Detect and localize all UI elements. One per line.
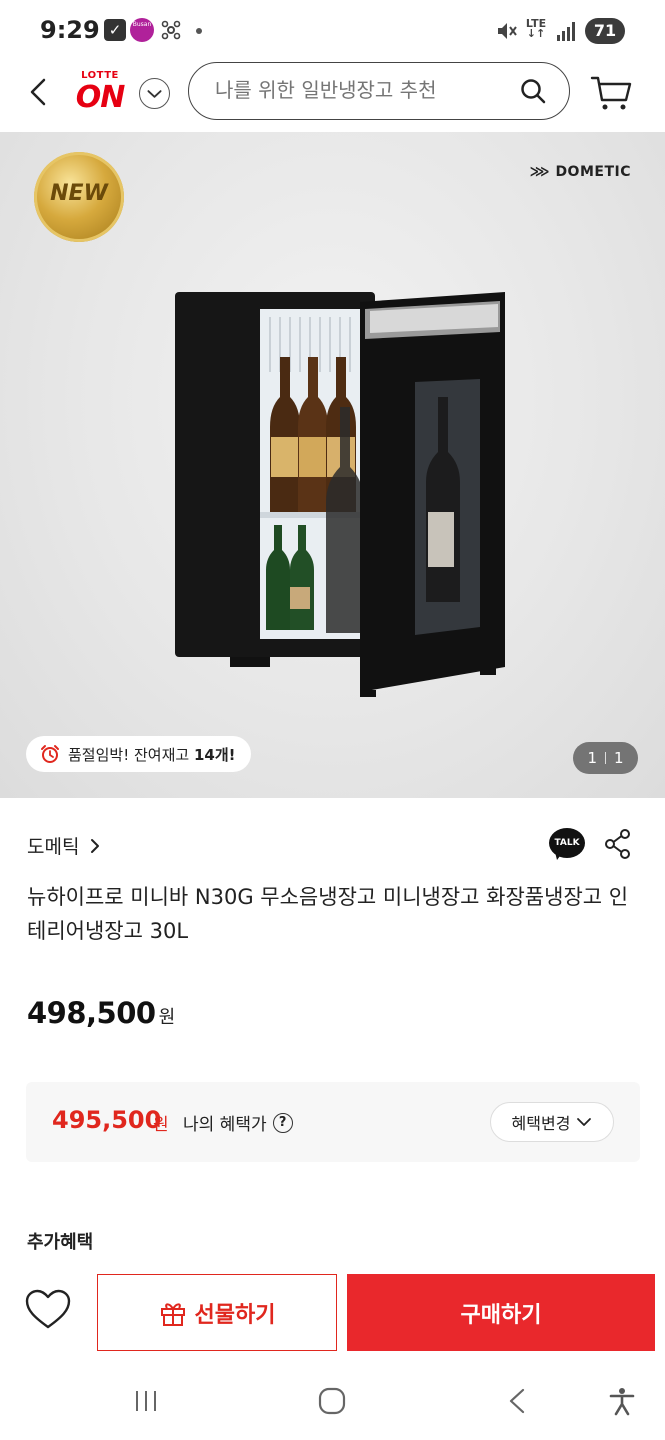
alarm-clock-icon — [41, 745, 59, 763]
mute-icon — [498, 23, 517, 39]
busan-app-icon: Busan — [130, 18, 154, 42]
network-icon — [161, 20, 181, 40]
chevron-down-icon — [577, 1118, 592, 1126]
gift-button[interactable]: 선물하기 — [97, 1274, 337, 1351]
chevron-right-icon — [91, 838, 100, 853]
search-input[interactable] — [215, 78, 505, 102]
stock-text: 품절임박! 잔여재고 14개! — [68, 745, 236, 764]
buy-button[interactable]: 구매하기 — [347, 1274, 655, 1351]
new-badge: NEW — [34, 152, 124, 242]
product-price: 498,500 — [27, 996, 156, 1030]
notification-dot — [196, 28, 202, 34]
talk-tail-icon — [555, 852, 563, 860]
benefit-label[interactable]: 나의 혜택가 ? — [183, 1110, 293, 1135]
status-bar: 9:29 ✓ Busan LTE ↓↑ 71 — [0, 0, 665, 62]
signal-icon — [557, 22, 575, 41]
counter-divider — [605, 752, 606, 764]
battery-icon: 71 — [585, 18, 625, 44]
top-header: LOTTE ON — [0, 62, 665, 132]
heart-icon[interactable] — [24, 1286, 72, 1334]
minibar-fridge-image — [175, 292, 505, 697]
benefit-currency: 원 — [153, 1115, 169, 1135]
product-image[interactable]: NEW ⋙ DOMETIC 품절임박! 잔여재고 14개! 1 1 — [0, 132, 665, 798]
benefit-price: 495,500 — [52, 1106, 162, 1134]
price-row: 498,500 원 — [27, 996, 175, 1030]
search-bar[interactable] — [188, 62, 570, 120]
dometic-logo: ⋙ DOMETIC — [529, 164, 631, 180]
price-currency: 원 — [158, 1007, 176, 1028]
share-icon[interactable] — [604, 828, 632, 860]
back-icon[interactable] — [22, 72, 56, 112]
search-icon[interactable] — [519, 77, 547, 105]
lte-icon: LTE ↓↑ — [525, 17, 547, 40]
benefit-change-button[interactable]: 혜택변경 — [490, 1102, 614, 1142]
brand-link[interactable]: 도메틱 — [27, 832, 101, 859]
gift-icon — [160, 1302, 185, 1326]
chevron-down-icon[interactable] — [139, 78, 170, 109]
talk-button[interactable]: TALK — [549, 828, 585, 862]
product-title: 뉴하이프로 미니바 N30G 무소음냉장고 미니냉장고 화장품냉장고 인테리어냉… — [27, 885, 629, 943]
system-nav-bar — [0, 1362, 665, 1440]
image-counter: 1 1 — [573, 742, 638, 774]
home-icon[interactable] — [317, 1386, 347, 1416]
lotte-on-logo[interactable]: LOTTE ON — [70, 70, 130, 114]
benefit-price-box: 495,500 원 나의 혜택가 ? 혜택변경 — [26, 1082, 640, 1162]
dometic-mark-icon: ⋙ — [529, 164, 556, 180]
stock-alert: 품절임박! 잔여재고 14개! — [26, 736, 252, 772]
checklist-icon: ✓ — [104, 19, 126, 41]
bottom-action-bar: 선물하기 구매하기 — [0, 1262, 665, 1362]
help-icon[interactable]: ? — [272, 1112, 293, 1133]
recent-apps-icon[interactable] — [131, 1386, 161, 1416]
system-back-icon[interactable] — [503, 1386, 533, 1416]
status-time: 9:29 — [40, 16, 100, 44]
accessibility-icon[interactable] — [607, 1386, 637, 1416]
cart-icon[interactable] — [590, 72, 632, 114]
extra-benefit-heading: 추가혜택 — [27, 1232, 94, 1253]
